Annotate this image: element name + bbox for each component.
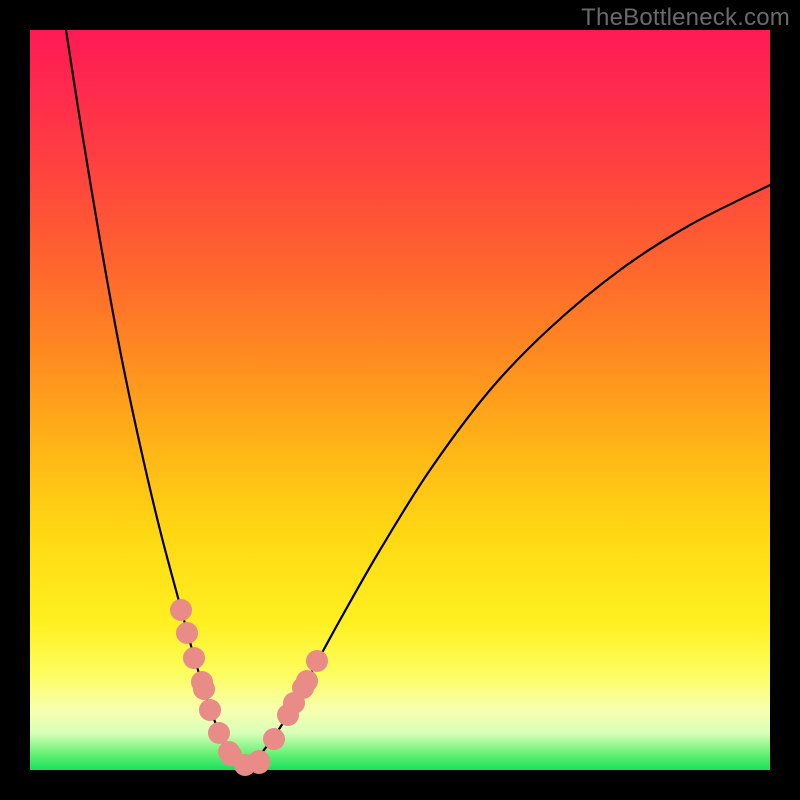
marker-dot bbox=[199, 699, 221, 721]
watermark-text: TheBottleneck.com bbox=[581, 4, 790, 32]
plot-area bbox=[30, 30, 770, 770]
marker-dot bbox=[193, 678, 215, 700]
marker-dot bbox=[208, 722, 230, 744]
marker-dot bbox=[183, 647, 205, 669]
curve-right-branch bbox=[240, 185, 770, 768]
marker-dots bbox=[170, 599, 328, 776]
marker-dot bbox=[176, 622, 198, 644]
chart-frame: TheBottleneck.com bbox=[0, 0, 800, 800]
marker-dot bbox=[263, 728, 285, 750]
marker-dot bbox=[248, 752, 270, 774]
marker-dot bbox=[306, 650, 328, 672]
marker-dot bbox=[170, 599, 192, 621]
curve-layer bbox=[30, 30, 770, 770]
marker-dot bbox=[296, 670, 318, 692]
curve-left-branch bbox=[66, 30, 240, 768]
